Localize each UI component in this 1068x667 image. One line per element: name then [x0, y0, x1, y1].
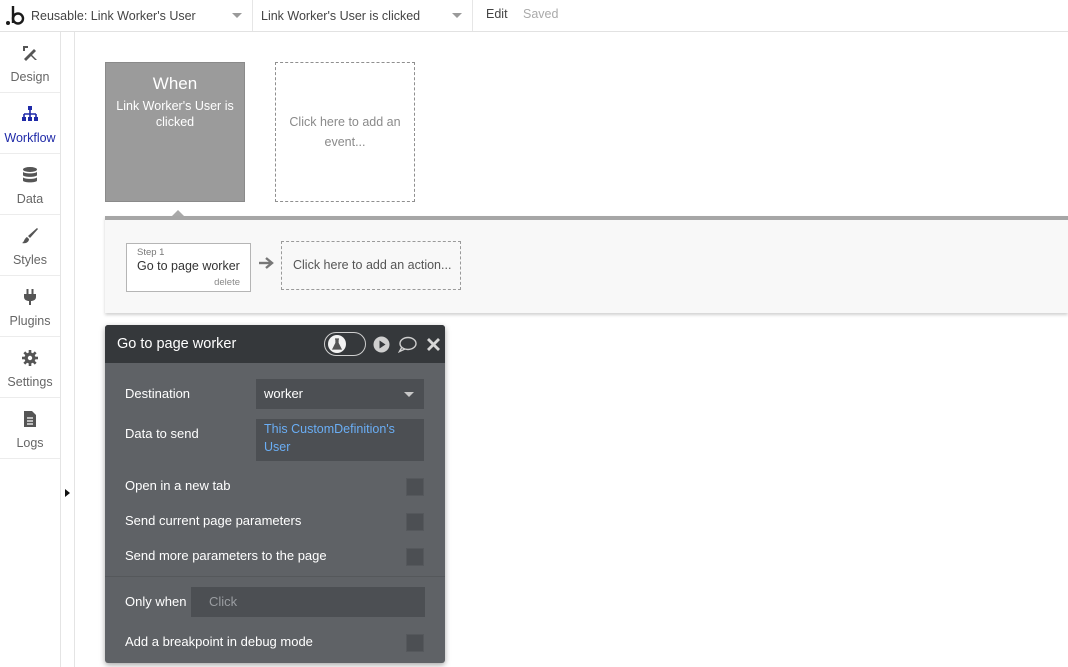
send-more-params-label: Send more parameters to the page [125, 548, 327, 563]
sidebar-item-label: Logs [16, 436, 44, 450]
step-card[interactable]: Step 1 Go to page worker delete [126, 243, 251, 292]
page-selector-value: Reusable: Link Worker's User [31, 8, 196, 23]
sidebar-item-design[interactable]: Design [0, 32, 60, 93]
arrow-right-icon [259, 257, 274, 269]
panel-divider [105, 576, 445, 577]
sidebar-item-settings[interactable]: Settings [0, 337, 60, 398]
event-name: Link Worker's User is clicked [116, 99, 234, 129]
workflow-icon [22, 106, 38, 121]
add-event-placeholder[interactable]: Click here to add an event... [275, 62, 415, 202]
send-more-params-checkbox[interactable] [406, 548, 424, 566]
chevron-down-icon [232, 13, 242, 18]
data-to-send-field[interactable]: This CustomDefinition's User [256, 419, 424, 461]
chevron-down-icon [404, 392, 414, 397]
brush-icon [22, 228, 38, 244]
open-new-tab-label: Open in a new tab [125, 478, 231, 493]
event-selector-dropdown[interactable]: Link Worker's User is clicked [253, 0, 473, 31]
gear-icon [22, 350, 38, 366]
plug-icon [24, 289, 36, 305]
play-icon[interactable] [373, 336, 390, 353]
expand-arrow-icon[interactable] [65, 489, 70, 497]
breakpoint-checkbox[interactable] [406, 634, 424, 652]
breakpoint-label: Add a breakpoint in debug mode [125, 634, 313, 649]
only-when-label: Only when [125, 594, 187, 609]
event-when-label: When [152, 74, 198, 93]
top-bar: Reusable: Link Worker's User Link Worker… [0, 0, 1068, 32]
send-current-params-label: Send current page parameters [125, 513, 302, 528]
chevron-down-icon [452, 13, 462, 18]
step-name: Go to page worker [137, 259, 240, 273]
event-selector-value: Link Worker's User is clicked [261, 8, 421, 23]
close-icon[interactable] [425, 336, 442, 353]
sidebar-item-logs[interactable]: Logs [0, 398, 60, 459]
sidebar-item-label: Data [16, 192, 44, 206]
page-selector-dropdown[interactable]: Reusable: Link Worker's User [23, 0, 253, 31]
destination-dropdown[interactable]: worker [256, 379, 424, 409]
collapse-rail[interactable] [61, 32, 75, 667]
comment-icon[interactable] [398, 336, 417, 353]
sidebar-item-styles[interactable]: Styles [0, 215, 60, 276]
sidebar-item-label: Design [10, 70, 50, 84]
sidebar-item-label: Settings [7, 375, 53, 389]
open-new-tab-checkbox[interactable] [406, 478, 424, 496]
sidebar-item-label: Plugins [9, 314, 51, 328]
sidebar-item-data[interactable]: Data [0, 154, 60, 215]
data-to-send-label: Data to send [125, 426, 199, 441]
save-status: Saved [523, 7, 559, 21]
panel-header: Go to page worker [105, 325, 445, 363]
flask-icon [331, 338, 343, 350]
only-when-input[interactable]: Click [191, 587, 425, 617]
sidebar-item-plugins[interactable]: Plugins [0, 276, 60, 337]
database-icon [23, 167, 37, 183]
destination-label: Destination [125, 386, 191, 401]
step-number: Step 1 [137, 247, 165, 258]
add-action-placeholder[interactable]: Click here to add an action... [281, 241, 461, 290]
send-current-params-checkbox[interactable] [406, 513, 424, 531]
step-delete-link[interactable]: delete [214, 277, 240, 288]
action-property-panel: Go to page worker Destination worker Dat… [105, 325, 445, 663]
sidebar-item-label: Styles [12, 253, 48, 267]
sidebar-item-label: Workflow [4, 131, 56, 145]
action-toggle[interactable] [324, 332, 366, 356]
sidebar-item-workflow[interactable]: Workflow [0, 93, 60, 154]
edit-menu[interactable]: Edit [486, 7, 508, 21]
left-sidebar: Design Workflow Data Styles Plugins Sett… [0, 32, 61, 667]
destination-value: worker [264, 386, 304, 401]
event-card[interactable]: When Link Worker's User is clicked [105, 62, 245, 202]
design-icon [23, 46, 37, 61]
document-icon [24, 411, 36, 427]
panel-title: Go to page worker [117, 336, 237, 352]
